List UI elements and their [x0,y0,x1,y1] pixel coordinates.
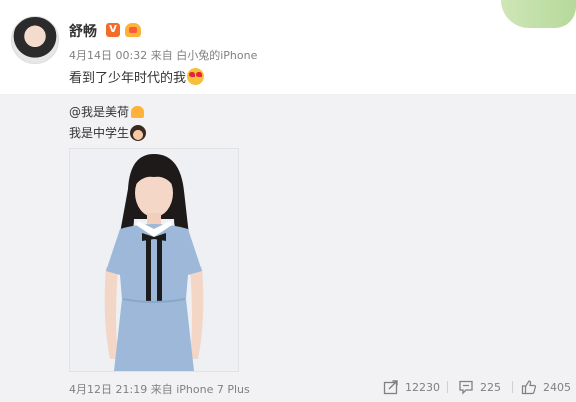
like-icon [521,380,537,395]
header-decoration [501,0,576,28]
post-source: 白小兔的iPhone [176,49,258,62]
comment-icon [459,380,473,395]
repost-text: 我是中学生 [69,126,130,140]
post-time[interactable]: 4月14日 00:32 [69,49,147,62]
avatar[interactable] [11,16,59,64]
verified-icon: V [106,23,120,37]
repost-meta: 4月12日 21:19 来自 iPhone 7 Plus [69,381,250,397]
comment-button[interactable]: 225 [458,377,501,397]
share-button[interactable]: 12230 [383,377,440,397]
repost-author-block: @我是美荷 [69,103,145,120]
level-badge-icon [125,23,141,37]
divider [447,381,448,393]
source-prefix: 来自 [150,49,173,62]
post-text-block: 看到了少年时代的我 [69,67,205,86]
share-icon [383,380,398,395]
repost-author[interactable]: @我是美荷 [69,105,129,119]
like-count: 2405 [543,380,571,394]
repost-time[interactable]: 4月12日 21:19 [69,383,147,396]
repost-text-block: 我是中学生 [69,124,147,141]
comment-count: 225 [480,380,501,394]
repost-source-prefix: 来自 [150,383,173,396]
like-button[interactable]: 2405 [521,377,571,397]
repost-photo[interactable] [69,148,239,372]
heart-eyes-emoji [187,68,205,85]
author-name[interactable]: 舒畅 [69,21,97,41]
girl-emoji [130,125,147,141]
post-meta: 4月14日 00:32 来自 白小兔的iPhone [69,47,257,63]
level-badge-icon [131,106,145,118]
photo-illustration [70,149,238,371]
post-text: 看到了少年时代的我 [69,71,187,86]
divider [512,381,513,393]
repost-source: iPhone 7 Plus [176,383,250,396]
share-count: 12230 [405,380,440,394]
